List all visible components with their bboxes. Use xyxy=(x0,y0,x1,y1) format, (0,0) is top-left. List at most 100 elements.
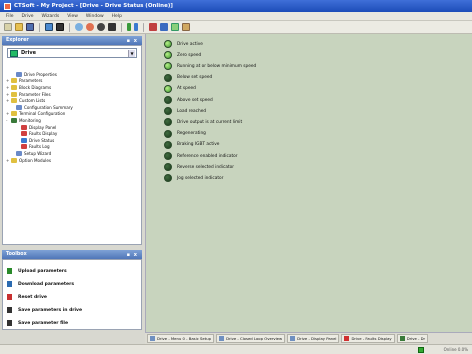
status-label: Jog selected indicator xyxy=(177,175,224,181)
status-row: Drive output is at current limit xyxy=(164,118,243,127)
tree-item[interactable]: Configuration Summary xyxy=(6,104,142,111)
tree-item[interactable]: + Parameter Files xyxy=(6,91,142,98)
tab-icon xyxy=(219,336,225,341)
toolbox-item-icon xyxy=(7,294,12,300)
tree-item-label: Block Diagrams xyxy=(19,84,52,90)
toolbar xyxy=(0,21,472,34)
tab-icon xyxy=(399,336,405,341)
toolbox-item[interactable]: Save parameters in drive xyxy=(7,307,82,313)
toolbox-title: Toolbox xyxy=(6,252,27,257)
document-tab[interactable]: Drive - Dr xyxy=(396,334,429,343)
status-icon[interactable] xyxy=(171,23,179,31)
tree-item[interactable]: Setup Wizard xyxy=(6,150,142,157)
menu-file[interactable]: File xyxy=(6,14,14,19)
tab-label: Drive - Dr xyxy=(406,336,426,341)
status-row: Below set speed xyxy=(164,73,212,82)
toolbox-item-label: Upload parameters xyxy=(18,268,67,274)
tree-item[interactable]: Faults Log xyxy=(6,144,142,151)
tree-item[interactable]: Display Panel xyxy=(6,124,142,131)
status-row: Reverse selected indicator xyxy=(164,163,234,172)
toolbox-item[interactable]: Reset drive xyxy=(7,294,47,300)
tree-item-label: Parameter Files xyxy=(19,91,51,97)
menu-help[interactable]: Help xyxy=(112,14,122,19)
tree-item[interactable]: + Custom Lists xyxy=(6,97,142,104)
document-tabs: Drive - Menu 0 - Basic Setup Drive - Clos… xyxy=(145,332,472,344)
status-label: Above set speed xyxy=(177,97,213,103)
status-label: Drive active xyxy=(177,41,203,47)
status-label: Running at or below minimum speed xyxy=(177,63,257,69)
download-arrow-icon[interactable] xyxy=(134,23,138,31)
tree-item-label: Faults Log xyxy=(29,144,50,150)
tree-item[interactable]: Drive Status xyxy=(6,137,142,144)
app-icon xyxy=(4,2,11,10)
status-led-icon xyxy=(164,118,172,127)
tree-item-label: Monitoring xyxy=(19,117,41,123)
pin-close-icon[interactable]: ▪ x xyxy=(127,38,138,44)
drive-selector[interactable]: Drive ▼ xyxy=(7,48,137,58)
status-row: Zero speed xyxy=(164,51,201,60)
status-led-icon xyxy=(164,107,172,116)
tree-item-label: Drive Properties xyxy=(24,71,57,77)
wizard-icon[interactable] xyxy=(149,23,157,31)
monitor-icon[interactable] xyxy=(160,23,168,31)
connect-icon[interactable] xyxy=(75,23,83,31)
menu-drive[interactable]: Drive xyxy=(22,14,34,19)
tab-label: Drive - Display Panel xyxy=(297,336,337,341)
tree-item[interactable]: Drive Properties xyxy=(6,71,142,78)
tree-item-label: Setup Wizard xyxy=(24,150,52,156)
menu-window[interactable]: Window xyxy=(86,14,104,19)
tree-item[interactable]: + Block Diagrams xyxy=(6,84,142,91)
tree-item[interactable]: - Monitoring xyxy=(6,117,142,124)
document-tab[interactable]: Drive - Menu 0 - Basic Setup xyxy=(147,334,215,343)
tree-item[interactable]: + Parameters xyxy=(6,78,142,85)
disconnect-icon[interactable] xyxy=(86,23,94,31)
status-label: Regenerating xyxy=(177,131,206,137)
toolbox-item-label: Save parameter file xyxy=(18,320,69,326)
status-led-icon xyxy=(164,129,172,138)
tree-node-icon xyxy=(21,131,27,137)
new-file-icon[interactable] xyxy=(4,23,12,31)
stop-icon[interactable] xyxy=(97,23,105,31)
status-row: Above set speed xyxy=(164,96,213,104)
document-tab[interactable]: Drive - Faults Display xyxy=(341,334,395,343)
tab-icon xyxy=(150,336,155,341)
pin-close-icon[interactable]: ▪ x xyxy=(127,252,138,258)
tree-item-label: Display Panel xyxy=(29,124,57,130)
menu-wizards[interactable]: Wizards xyxy=(42,14,60,19)
tree-item[interactable]: + Option Modules xyxy=(6,157,142,164)
toolbar-separator xyxy=(121,22,122,32)
toolbox-item[interactable]: Upload parameters xyxy=(7,268,67,274)
tree-item[interactable]: Faults Display xyxy=(6,130,142,137)
chip-icon[interactable] xyxy=(56,23,64,31)
status-row: Reference enabled indicator xyxy=(164,152,238,160)
drive-icon[interactable] xyxy=(45,23,53,31)
toolbar-separator xyxy=(39,22,40,32)
status-label: Reference enabled indicator xyxy=(177,153,238,159)
tree-item[interactable]: + Terminal Configuration xyxy=(6,111,142,118)
menu-view[interactable]: View xyxy=(67,14,78,19)
save-icon[interactable] xyxy=(26,23,34,31)
download-icon[interactable] xyxy=(108,23,116,31)
open-folder-icon[interactable] xyxy=(15,23,23,31)
document-tab[interactable]: Drive - Closed Loop Overview xyxy=(216,334,286,343)
explorer-tree: Drive Properties + Parameters + Block Diagra… xyxy=(6,71,142,163)
drive-status-view: Drive active Zero speed Running at or belo… xyxy=(145,34,472,332)
status-text: Online 0.0% xyxy=(443,347,468,352)
toolbox-item[interactable]: Download parameters xyxy=(7,281,74,287)
tree-item-label: Option Modules xyxy=(19,157,51,163)
explorer-header: Explorer ▪ x xyxy=(2,36,142,45)
status-led-icon xyxy=(164,51,172,60)
status-row: Running at or below minimum speed xyxy=(164,62,257,71)
tree-node-icon xyxy=(21,124,27,130)
upload-arrow-icon[interactable] xyxy=(127,23,131,31)
status-label: Drive output is at current limit xyxy=(177,119,243,125)
toolbox-item[interactable]: Save parameter file xyxy=(7,320,68,326)
online-indicator-icon xyxy=(418,347,424,353)
document-tab[interactable]: Drive - Display Panel xyxy=(287,334,340,343)
tree-node-icon xyxy=(11,98,17,104)
chevron-down-icon[interactable]: ▼ xyxy=(128,50,135,57)
status-row: Load reached xyxy=(164,107,206,116)
grid-icon[interactable] xyxy=(182,23,190,31)
drive-selector-value: Drive xyxy=(21,50,36,56)
tab-icon xyxy=(290,336,296,341)
